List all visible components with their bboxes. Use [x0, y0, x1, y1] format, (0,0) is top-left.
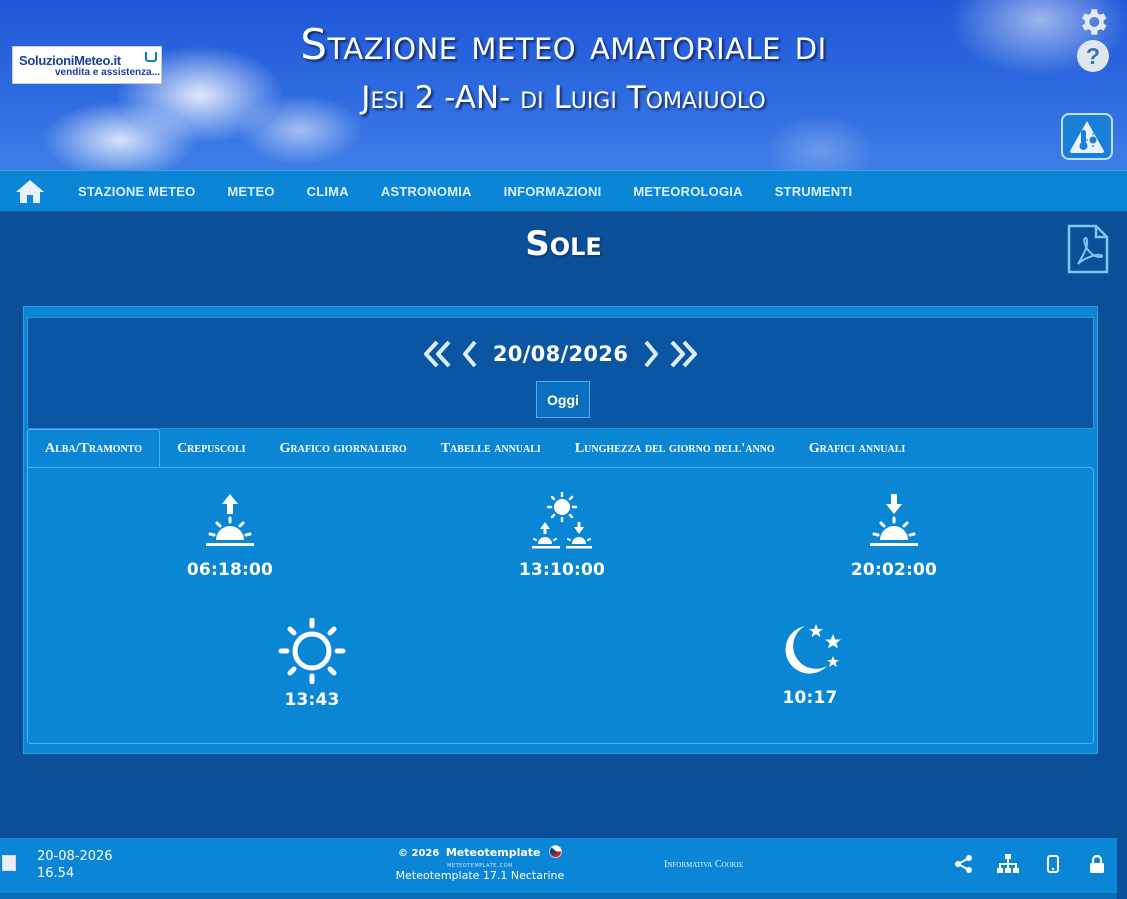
- home-icon[interactable]: [12, 177, 48, 205]
- footer-date: 20-08-2026: [37, 849, 113, 864]
- nav-meteorologia[interactable]: METEOROLOGIA: [617, 184, 758, 199]
- today-button[interactable]: Oggi: [536, 381, 590, 418]
- gear-icon[interactable]: [1076, 5, 1110, 39]
- tab-content: 06:18:00 13:10:00 20:02:00 13:43 10:17: [27, 467, 1094, 744]
- site-subtitle: Jesi 2 -AN- di Luigi Tomaiuolo: [361, 80, 766, 116]
- sunrise-time: 06:18:00: [186, 560, 274, 580]
- tab-grafici-annuali[interactable]: Grafici annuali: [792, 430, 923, 468]
- footer-site[interactable]: meteotemplate.com: [380, 861, 580, 869]
- main-nav: STAZIONE METEO METEO CLIMA ASTRONOMIA IN…: [0, 170, 1127, 212]
- sun-icon: [278, 618, 346, 684]
- night-cell: 10:17: [760, 620, 860, 708]
- next-day-button[interactable]: [642, 340, 660, 368]
- nav-clima[interactable]: CLIMA: [291, 184, 365, 199]
- sitemap-icon[interactable]: [997, 853, 1019, 875]
- solar-noon-time: 13:10:00: [518, 560, 606, 580]
- daylight-cell: 13:43: [262, 618, 362, 710]
- cookie-policy-link[interactable]: Informativa Cookie: [664, 859, 743, 870]
- footer-credits: © 2026 Meteotemplate meteotemplate.com M…: [380, 845, 580, 882]
- nav-strumenti[interactable]: STRUMENTI: [759, 184, 869, 199]
- pdf-icon[interactable]: [1066, 224, 1110, 274]
- tab-lunghezza-giorno[interactable]: Lunghezza del giorno dell'anno: [558, 430, 792, 468]
- current-date: 20/08/2026: [492, 342, 629, 366]
- tab-crepuscoli[interactable]: Crepuscoli: [160, 430, 262, 468]
- theme-icon: [1070, 120, 1104, 153]
- nav-informazioni[interactable]: INFORMAZIONI: [488, 184, 618, 199]
- night-duration: 10:17: [782, 688, 838, 708]
- tab-bar: Alba/Tramonto Crepuscoli Grafico giornal…: [27, 428, 1094, 468]
- footer-datetime: 20-08-2026 16.54: [37, 848, 113, 882]
- broken-image-icon: [2, 855, 16, 871]
- nav-meteo[interactable]: METEO: [211, 184, 290, 199]
- site-title: Stazione meteo amatoriale di: [300, 20, 827, 69]
- sunset-time: 20:02:00: [850, 560, 938, 580]
- footer: 20-08-2026 16.54 © 2026 Meteotemplate me…: [0, 838, 1117, 893]
- moon-icon: [785, 624, 841, 674]
- footer-version: Meteotemplate 17.1 Nectarine: [395, 869, 565, 882]
- sunset-cell: 20:02:00: [844, 492, 944, 580]
- solar-noon-cell: 13:10:00: [512, 492, 612, 580]
- share-icon[interactable]: [953, 853, 975, 875]
- previous-day-button[interactable]: [461, 340, 479, 368]
- tab-grafico-giornaliero[interactable]: Grafico giornaliero: [263, 430, 424, 468]
- tab-alba-tramonto[interactable]: Alba/Tramonto: [27, 429, 161, 468]
- lock-icon[interactable]: [1086, 853, 1108, 875]
- nav-stazione-meteo[interactable]: STAZIONE METEO: [62, 184, 211, 199]
- tab-tabelle-annuali[interactable]: Tabelle annuali: [424, 430, 558, 468]
- sun-panel: 20/08/2026 Oggi Alba/Tramonto Crepuscoli…: [23, 306, 1098, 754]
- solar-noon-icon: [532, 492, 592, 549]
- footer-strip: [0, 893, 1117, 899]
- next-year-button[interactable]: [668, 340, 698, 368]
- czech-flag-icon: [548, 845, 562, 858]
- sunset-icon: [870, 494, 918, 546]
- footer-brand[interactable]: Meteotemplate: [446, 846, 541, 859]
- sunrise-cell: 06:18:00: [180, 492, 280, 580]
- sunrise-icon: [206, 494, 254, 546]
- daylight-duration: 13:43: [284, 690, 340, 710]
- footer-time: 16.54: [37, 866, 75, 881]
- header-banner: SoluzioniMeteo.it vendita e assistenza..…: [0, 0, 1127, 170]
- previous-year-button[interactable]: [423, 340, 453, 368]
- mobile-icon[interactable]: [1042, 853, 1064, 875]
- theme-button[interactable]: [1061, 113, 1113, 160]
- nav-astronomia[interactable]: ASTRONOMIA: [365, 184, 488, 199]
- date-navigator: 20/08/2026 Oggi: [27, 317, 1094, 429]
- footer-copyright: © 2026: [398, 848, 440, 859]
- page-title: Sole: [525, 224, 602, 264]
- help-icon[interactable]: ?: [1077, 40, 1109, 72]
